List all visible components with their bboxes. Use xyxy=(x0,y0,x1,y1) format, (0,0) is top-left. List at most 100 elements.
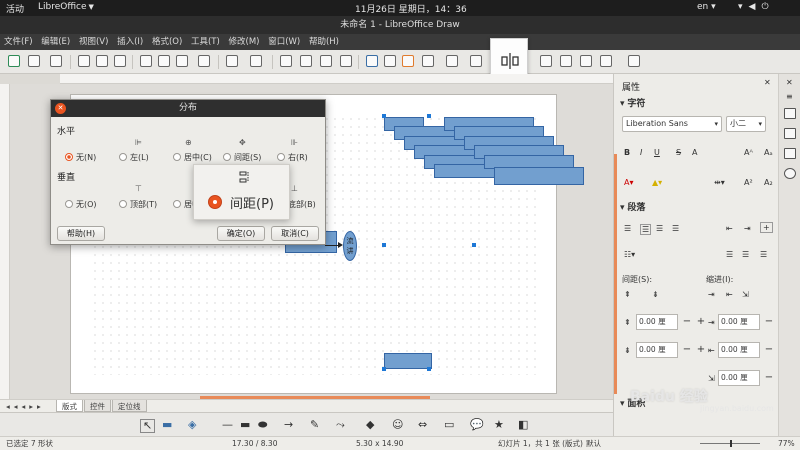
crop-icon[interactable] xyxy=(560,55,572,67)
undo-icon[interactable] xyxy=(226,55,238,67)
selection-handle[interactable] xyxy=(382,114,386,118)
block-arrows-icon[interactable]: ⇔ xyxy=(418,419,427,431)
copy-icon[interactable] xyxy=(158,55,170,67)
select-arrow-icon[interactable]: ↖ xyxy=(140,419,156,433)
menu-view[interactable]: 视图(V) xyxy=(79,37,108,47)
arrange-icon[interactable] xyxy=(470,55,482,67)
shadow-text-icon[interactable]: A xyxy=(692,148,697,157)
basic-shapes-icon[interactable]: ◆ xyxy=(366,419,374,431)
3d-objects-icon[interactable]: ◧ xyxy=(518,419,528,431)
menu-edit[interactable]: 编辑(E) xyxy=(41,37,70,47)
bold-icon[interactable]: B xyxy=(624,148,630,157)
line-spacing-icon[interactable]: ☰ xyxy=(726,250,733,259)
grow-font-icon[interactable]: Aᴬ xyxy=(744,148,753,157)
paste-icon[interactable] xyxy=(176,55,188,67)
tab-navigation-arrows[interactable]: ◂◂◂▸▸ xyxy=(6,402,45,411)
decrement-button[interactable]: − xyxy=(762,342,776,358)
spin-value[interactable]: 0.00 厘 xyxy=(718,370,760,386)
clock[interactable]: 11月26日 星期日，14：36 xyxy=(355,2,467,15)
symbol-shapes-icon[interactable]: ☺ xyxy=(392,419,403,431)
shadow-icon[interactable] xyxy=(540,55,552,67)
menu-insert[interactable]: 插入(I) xyxy=(117,37,143,47)
add-icon[interactable]: + xyxy=(760,222,773,233)
subscript-icon[interactable]: A₂ xyxy=(764,178,773,187)
font-name-field[interactable]: Liberation Sans ▾ xyxy=(622,116,722,132)
magnified-spacing-option[interactable]: 间距(P) xyxy=(193,164,290,220)
close-icon[interactable]: ✕ xyxy=(786,78,793,87)
align-left-icon[interactable]: ☰ xyxy=(624,224,631,233)
menu-window[interactable]: 窗口(W) xyxy=(268,37,300,47)
indent-before-icon[interactable]: ⇥ xyxy=(708,290,715,299)
bullets-icon[interactable]: ☷▾ xyxy=(624,250,635,259)
zoom-slider-thumb[interactable] xyxy=(730,440,732,447)
vertical-ruler[interactable] xyxy=(0,84,10,399)
radio-horizontal-right[interactable]: 右(R) xyxy=(277,152,308,163)
select-mode-icon[interactable] xyxy=(8,55,20,67)
callouts-icon[interactable]: 💬 xyxy=(470,419,484,431)
selection-handle[interactable] xyxy=(472,243,476,247)
selection-handle[interactable] xyxy=(382,243,386,247)
spin-value[interactable]: 0.00 厘 xyxy=(636,342,678,358)
spin-value[interactable]: 0.00 厘 xyxy=(636,314,678,330)
spin-value[interactable]: 0.00 厘 xyxy=(718,314,760,330)
decrement-button[interactable]: − xyxy=(762,370,776,386)
grid-icon[interactable] xyxy=(280,55,292,67)
font-color-icon[interactable]: A▾ xyxy=(624,178,634,187)
line-color-icon[interactable]: ▬ xyxy=(162,419,172,431)
ellipse-tool-icon[interactable]: ⬬ xyxy=(258,419,267,431)
export-icon[interactable] xyxy=(78,55,90,67)
menu-modify[interactable]: 修改(M) xyxy=(229,37,260,47)
glue-points-icon[interactable] xyxy=(600,55,612,67)
rectangle-shape[interactable] xyxy=(384,353,432,369)
spin-value[interactable]: 0.00 厘 xyxy=(718,342,760,358)
radio-vertical-none[interactable]: 无(O) xyxy=(65,199,97,210)
print-icon[interactable] xyxy=(114,55,126,67)
rectangle-tool-icon[interactable]: ▬ xyxy=(240,419,250,431)
increase-indent-icon[interactable]: ⇥ xyxy=(744,224,751,233)
tab-dimension-lines[interactable]: 定位线 xyxy=(112,400,147,412)
indent-after-icon[interactable]: ⇤ xyxy=(726,290,733,299)
gallery-icon[interactable] xyxy=(784,148,796,159)
rectangle-shape[interactable] xyxy=(494,167,584,185)
shrink-font-icon[interactable]: Aₐ xyxy=(764,148,773,157)
app-menu[interactable]: LibreOffice ▼ xyxy=(38,2,94,12)
italic-icon[interactable]: I xyxy=(640,148,642,157)
decrement-button[interactable]: − xyxy=(762,314,776,330)
paragraph-section-header[interactable]: 段落 xyxy=(620,200,645,213)
activities-button[interactable]: 活动 xyxy=(6,2,24,15)
menu-format[interactable]: 格式(O) xyxy=(152,37,182,47)
strikethrough-icon[interactable]: S xyxy=(676,148,681,157)
line-arrow-tool-icon[interactable]: → xyxy=(284,419,293,431)
selection-handle[interactable] xyxy=(382,367,386,371)
radio-horizontal-none[interactable]: 无(N) xyxy=(65,152,96,163)
menu-tools[interactable]: 工具(T) xyxy=(191,37,220,47)
export-pdf-icon[interactable] xyxy=(96,55,108,67)
align-justify-icon[interactable]: ☰ xyxy=(672,224,679,233)
master-slides-icon[interactable] xyxy=(784,128,796,139)
zoom-pan-icon[interactable] xyxy=(340,55,352,67)
ok-button[interactable]: 确定(O) xyxy=(217,226,265,241)
below-spacing-icon[interactable]: ⇟ xyxy=(652,290,659,299)
increment-button[interactable]: + xyxy=(694,342,708,358)
menu-icon[interactable]: ≡ xyxy=(786,92,793,101)
radio-horizontal-spacing[interactable]: 间距(S) xyxy=(223,152,261,163)
redo-icon[interactable] xyxy=(250,55,262,67)
toggle-extrusion-icon[interactable] xyxy=(628,55,640,67)
navigator-icon[interactable] xyxy=(784,168,796,179)
cut-icon[interactable] xyxy=(140,55,152,67)
line-tool-icon[interactable]: — xyxy=(222,419,233,431)
underline-icon[interactable]: U xyxy=(654,148,660,157)
language-indicator[interactable]: en ▾ xyxy=(697,2,716,12)
align-right-icon[interactable]: ☰ xyxy=(656,224,663,233)
horizontal-ruler[interactable] xyxy=(60,74,613,84)
system-tray[interactable]: ▾◀⏻ xyxy=(738,2,775,12)
open-icon[interactable] xyxy=(28,55,40,67)
above-paragraph-spacing[interactable]: 0.00 厘 − + xyxy=(636,314,706,330)
above-spacing-icon[interactable]: ⇞ xyxy=(624,290,631,299)
align-center-icon[interactable]: ☰ xyxy=(640,224,652,235)
clone-format-icon[interactable] xyxy=(198,55,210,67)
radio-horizontal-center[interactable]: 居中(C) xyxy=(173,152,212,163)
character-section-header[interactable]: 字符 xyxy=(620,96,645,109)
below-paragraph-spacing[interactable]: 0.00 厘 − + xyxy=(636,342,706,358)
close-icon[interactable]: ✕ xyxy=(55,103,66,114)
